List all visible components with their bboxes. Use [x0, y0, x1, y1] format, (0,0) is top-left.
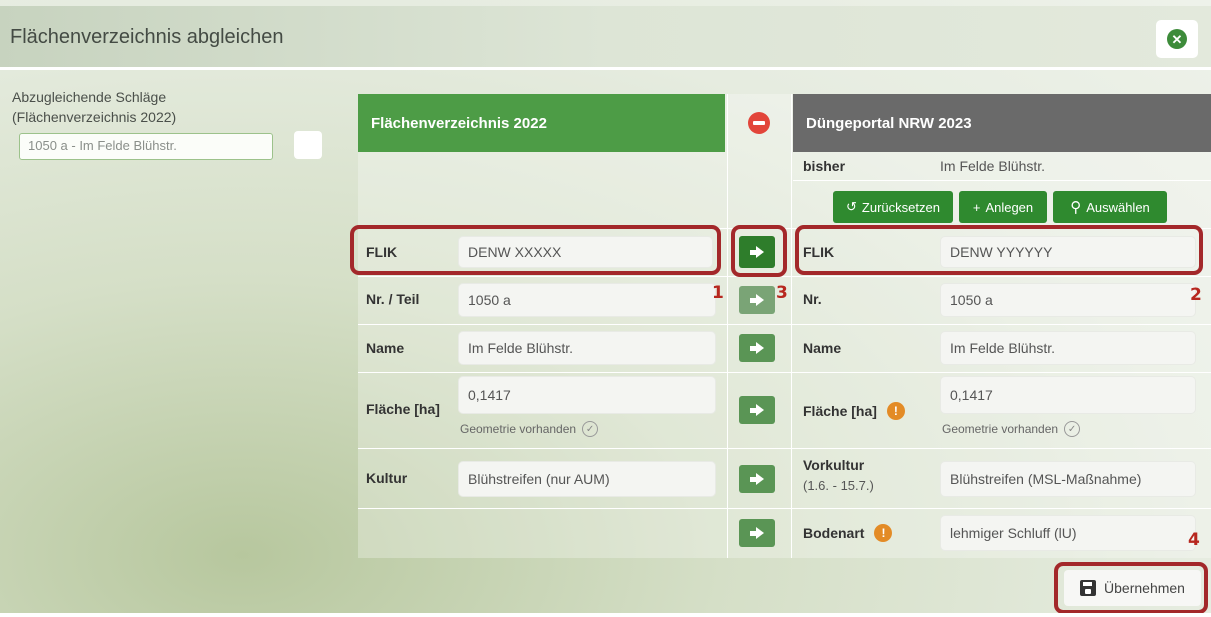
select-button[interactable]: ⚲ Auswählen	[1053, 191, 1167, 223]
divider	[358, 324, 1211, 325]
name-field-right[interactable]: Im Felde Blühstr.	[940, 331, 1196, 365]
left-label-line1: Abzugleichende Schläge	[12, 89, 167, 105]
geometry-status-right: Geometrie vorhanden ✓	[942, 421, 1081, 437]
plot-checkbox[interactable]	[294, 131, 322, 159]
soil-field[interactable]: lehmiger Schluff (lU)	[940, 515, 1196, 551]
right-column-header: Düngeportal NRW 2023	[793, 94, 1211, 152]
nr-label-right: Nr.	[803, 291, 822, 307]
transfer-nr-button[interactable]	[739, 286, 775, 314]
reset-icon: ↺	[846, 199, 857, 214]
info-icon[interactable]: !	[886, 402, 905, 420]
transfer-crop-button[interactable]	[739, 465, 775, 493]
divider	[358, 448, 1211, 449]
create-button[interactable]: + Anlegen	[959, 191, 1047, 223]
arrow-right-icon	[750, 473, 764, 485]
left-label-line2: (Flächenverzeichnis 2022)	[12, 109, 177, 125]
area-label-right: Fläche [ha] !	[803, 402, 905, 420]
nr-label-left: Nr. / Teil	[366, 291, 420, 307]
remove-icon[interactable]	[748, 112, 770, 134]
transfer-name-button[interactable]	[739, 334, 775, 362]
soil-label-text: Bodenart	[803, 525, 865, 541]
crop-field-left[interactable]: Blühstreifen (nur AUM)	[458, 461, 716, 497]
bisher-value: Im Felde Blühstr.	[940, 158, 1046, 174]
bisher-label: bisher	[803, 158, 846, 174]
geometry-text-left: Geometrie vorhanden	[460, 422, 577, 436]
highlight-box-2	[795, 225, 1203, 275]
close-button[interactable]: ✕	[1156, 20, 1198, 58]
left-column-header: Flächenverzeichnis 2022	[358, 94, 725, 152]
arrow-right-icon	[750, 527, 764, 539]
dialog-header: Flächenverzeichnis abgleichen ✕	[0, 6, 1211, 70]
precrop-label: Vorkultur (1.6. - 15.7.)	[803, 457, 874, 493]
geometry-status-left: Geometrie vorhanden ✓	[460, 421, 599, 437]
arrow-right-icon	[750, 342, 764, 354]
marker-1: 1	[712, 283, 724, 303]
check-circle-icon: ✓	[1064, 421, 1081, 437]
plot-select-input[interactable]: 1050 a - Im Felde Blühstr.	[19, 133, 273, 160]
minus-cell	[729, 94, 789, 152]
name-field-left[interactable]: Im Felde Blühstr.	[458, 331, 716, 365]
marker-2: 2	[1190, 285, 1202, 305]
nr-field-right[interactable]: 1050 a	[940, 283, 1196, 317]
info-icon[interactable]: !	[874, 524, 893, 542]
reset-label: Zurücksetzen	[861, 199, 940, 215]
marker-3: 3	[776, 283, 788, 303]
name-label-left: Name	[366, 340, 405, 356]
check-circle-icon: ✓	[582, 421, 599, 437]
transfer-area-button[interactable]	[739, 396, 775, 424]
plus-icon: +	[972, 199, 981, 215]
highlight-box-3	[731, 225, 787, 277]
precrop-label-text: Vorkultur	[803, 457, 865, 473]
search-icon: ⚲	[1070, 199, 1082, 216]
divider	[793, 180, 1211, 181]
divider	[358, 276, 1211, 277]
area-label-left: Fläche [ha]	[366, 401, 440, 417]
save-icon	[1080, 580, 1097, 596]
geometry-text-right: Geometrie vorhanden	[942, 422, 1059, 436]
dialog-title: Flächenverzeichnis abgleichen	[10, 26, 284, 48]
select-label: Auswählen	[1086, 199, 1150, 215]
reset-button[interactable]: ↺ Zurücksetzen	[833, 191, 953, 223]
precrop-field-right[interactable]: Blühstreifen (MSL-Maßnahme)	[940, 461, 1196, 497]
area-field-right[interactable]: 0,1417	[940, 376, 1196, 414]
name-label-right: Name	[803, 340, 842, 356]
highlight-box-1	[350, 225, 721, 275]
divider	[358, 372, 1211, 373]
transfer-soil-button[interactable]	[739, 519, 775, 547]
nr-field-left[interactable]: 1050 a	[458, 283, 716, 317]
divider	[358, 508, 1211, 509]
precrop-period: (1.6. - 15.7.)	[803, 478, 874, 493]
create-label: Anlegen	[985, 199, 1034, 215]
soil-label: Bodenart !	[803, 524, 893, 542]
marker-4: 4	[1188, 530, 1200, 550]
page-root: Flächenverzeichnis abgleichen ✕ Abzuglei…	[0, 0, 1211, 617]
crop-label-left: Kultur	[366, 470, 408, 486]
save-button[interactable]: Übernehmen	[1064, 570, 1201, 606]
area-label-right-text: Fläche [ha]	[803, 403, 877, 419]
arrow-right-icon	[750, 404, 764, 416]
area-field-left[interactable]: 0,1417	[458, 376, 716, 414]
left-label: Abzugleichende Schläge (Flächenverzeichn…	[12, 87, 176, 127]
close-icon: ✕	[1167, 29, 1187, 49]
arrow-right-icon	[750, 294, 764, 306]
save-label: Übernehmen	[1104, 580, 1185, 596]
divider	[791, 94, 792, 558]
divider	[727, 94, 728, 558]
